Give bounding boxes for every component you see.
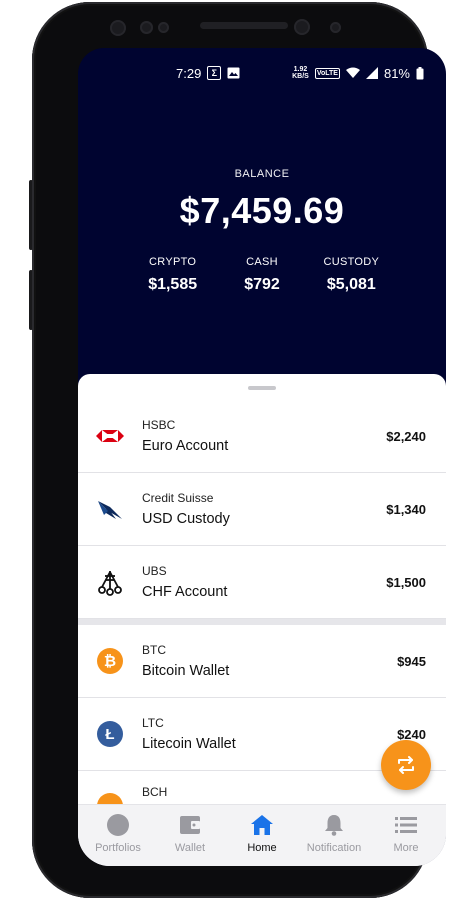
- wallet-ticker: BTC: [142, 643, 166, 657]
- account-name: CHF Account: [142, 584, 228, 600]
- wifi-icon: [345, 67, 360, 78]
- network-speed: 1.92 KB/S: [292, 66, 309, 80]
- volte-icon: VoLTE: [314, 67, 340, 79]
- menu-icon: [394, 813, 418, 837]
- sensor: [110, 20, 126, 36]
- breakdown-value: $1,585: [148, 276, 198, 293]
- nav-label: Notification: [306, 842, 362, 854]
- nav-label: Home: [247, 842, 277, 854]
- bitcoin-glyph: ₿: [97, 648, 123, 674]
- wallet-name: Litecoin Wallet: [142, 736, 236, 752]
- account-name: Euro Account: [142, 438, 229, 454]
- nav-home[interactable]: Home: [226, 813, 298, 854]
- account-row-ubs[interactable]: UBS CHF Account $1,500: [78, 546, 446, 619]
- breakdown-label: CUSTODY: [323, 256, 380, 268]
- swap-fab-button[interactable]: [381, 740, 431, 790]
- hsbc-logo-icon: [96, 422, 124, 450]
- wallet-amount: $240: [397, 726, 426, 742]
- nav-notification[interactable]: Notification: [298, 813, 370, 854]
- front-camera: [294, 19, 310, 35]
- signal-icon: [365, 67, 378, 79]
- nav-wallet[interactable]: Wallet: [154, 813, 226, 854]
- swap-icon: [398, 756, 414, 774]
- sensor: [158, 22, 169, 33]
- battery-icon: [416, 66, 424, 79]
- breakdown-value: $5,081: [326, 276, 376, 293]
- screen: 7:29 Σ 1.92 KB/S VoLTE 81% BALANCE $7,45…: [78, 48, 446, 866]
- wallet-icon: [178, 813, 202, 837]
- sensor: [140, 21, 153, 34]
- wallet-amount: $945: [397, 653, 426, 669]
- network-speed-unit: KB/S: [292, 73, 309, 80]
- wallet-ticker: LTC: [142, 716, 164, 730]
- earpiece-speaker: [200, 22, 288, 29]
- nav-label: Portfolios: [95, 842, 141, 854]
- phone-frame: 7:29 Σ 1.92 KB/S VoLTE 81% BALANCE $7,45…: [32, 2, 446, 898]
- status-bar: 7:29 Σ 1.92 KB/S VoLTE 81%: [78, 48, 446, 98]
- balance-value: $7,459.69: [179, 190, 345, 231]
- litecoin-icon: Ł: [96, 720, 124, 748]
- balance-summary: BALANCE $7,459.69 CRYPTO $1,585 CASH $79…: [78, 98, 446, 294]
- account-amount: $1,500: [386, 574, 426, 590]
- nav-label: More: [393, 842, 419, 854]
- image-icon: [227, 67, 240, 79]
- breakdown-custody: CUSTODY $5,081: [307, 256, 396, 294]
- nav-more[interactable]: More: [370, 813, 442, 854]
- credit-suisse-logo-icon: [96, 495, 124, 523]
- account-row-hsbc[interactable]: HSBC Euro Account $2,240: [78, 400, 446, 473]
- account-amount: $2,240: [386, 428, 426, 444]
- sensor: [330, 22, 341, 33]
- account-provider: HSBC: [142, 418, 176, 432]
- wallet-row-btc[interactable]: ₿ BTC Bitcoin Wallet $945: [78, 625, 446, 698]
- sigma-icon: Σ: [207, 66, 222, 80]
- nav-portfolios[interactable]: Portfolios: [82, 813, 154, 854]
- network-speed-value: 1.92: [293, 66, 308, 73]
- account-provider: UBS: [142, 564, 167, 578]
- account-provider: Credit Suisse: [142, 491, 214, 505]
- wallet-ticker: BCH: [142, 785, 168, 799]
- balance-label: BALANCE: [234, 168, 290, 180]
- bell-icon: [322, 813, 346, 837]
- breakdown-label: CASH: [246, 256, 278, 268]
- portfolio-icon: [106, 813, 130, 837]
- account-name: USD Custody: [142, 511, 230, 527]
- account-amount: $1,340: [386, 501, 426, 517]
- litecoin-glyph: Ł: [97, 721, 123, 747]
- status-time: 7:29: [176, 65, 202, 81]
- breakdown-crypto: CRYPTO $1,585: [128, 256, 217, 294]
- breakdown-cash: CASH $792: [217, 256, 306, 294]
- wallet-name: Bitcoin Wallet: [142, 663, 230, 679]
- breakdown-value: $792: [244, 276, 280, 293]
- bitcoin-icon: ₿: [96, 647, 124, 675]
- battery-percent: 81%: [383, 65, 410, 81]
- account-row-credit-suisse[interactable]: Credit Suisse USD Custody $1,340: [78, 473, 446, 546]
- balance-breakdown: CRYPTO $1,585 CASH $792 CUSTODY $5,081: [78, 256, 446, 294]
- home-icon: [250, 813, 274, 837]
- accounts-sheet: HSBC Euro Account $2,240 Credit Suisse U…: [78, 374, 446, 866]
- bottom-nav: Portfolios Wallet Home Notification More: [78, 804, 446, 866]
- nav-label: Wallet: [174, 842, 206, 854]
- breakdown-label: CRYPTO: [149, 256, 197, 268]
- sheet-drag-handle[interactable]: [248, 386, 276, 390]
- ubs-logo-icon: [96, 568, 124, 596]
